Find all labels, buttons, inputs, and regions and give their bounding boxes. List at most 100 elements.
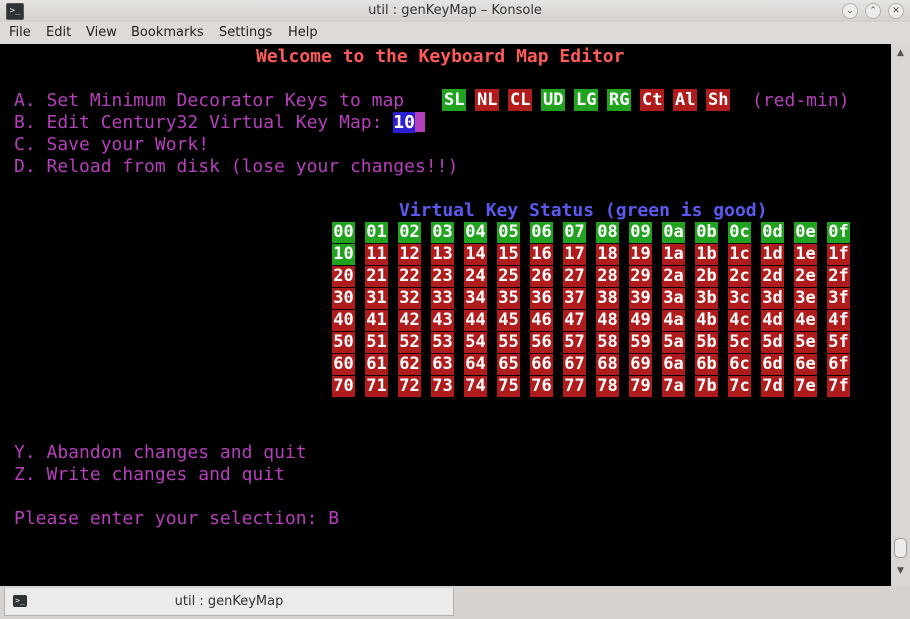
virtual-key-2c: 2c bbox=[728, 266, 751, 287]
virtual-key-21: 21 bbox=[365, 266, 388, 287]
virtual-key-1f: 1f bbox=[827, 244, 850, 265]
virtual-key-45: 45 bbox=[497, 310, 520, 331]
option-c: C. Save your Work! bbox=[14, 134, 210, 155]
virtual-key-38: 38 bbox=[596, 288, 619, 309]
menu-settings[interactable]: Settings bbox=[219, 25, 272, 40]
virtual-key-72: 72 bbox=[398, 376, 421, 397]
option-a: A. Set Minimum Decorator Keys to map bbox=[14, 90, 405, 111]
menu-bookmarks[interactable]: Bookmarks bbox=[131, 25, 204, 40]
decorator-key-lg: LG bbox=[574, 89, 599, 111]
maximize-icon[interactable]: ⌃ bbox=[865, 3, 881, 19]
virtual-key-6b: 6b bbox=[695, 354, 718, 375]
virtual-key-30: 30 bbox=[332, 288, 355, 309]
virtual-key-3b: 3b bbox=[695, 288, 718, 309]
virtual-key-2f: 2f bbox=[827, 266, 850, 287]
virtual-key-53: 53 bbox=[431, 332, 454, 353]
virtual-key-4f: 4f bbox=[827, 310, 850, 331]
virtual-key-status-title: Virtual Key Status (green is good) bbox=[399, 200, 768, 221]
virtual-key-29: 29 bbox=[629, 266, 652, 287]
virtual-key-5e: 5e bbox=[794, 332, 817, 353]
menu-help[interactable]: Help bbox=[288, 25, 318, 40]
virtual-key-23: 23 bbox=[431, 266, 454, 287]
option-b-value: 10 bbox=[393, 112, 415, 133]
decorator-key-ud: UD bbox=[541, 89, 566, 111]
decorator-key-nl: NL bbox=[475, 89, 500, 111]
virtual-key-7d: 7d bbox=[761, 376, 784, 397]
scrollbar-thumb[interactable] bbox=[894, 538, 907, 558]
virtual-key-4c: 4c bbox=[728, 310, 751, 331]
virtual-key-15: 15 bbox=[497, 244, 520, 265]
virtual-key-3a: 3a bbox=[662, 288, 685, 309]
close-icon[interactable]: ✕ bbox=[888, 3, 904, 19]
virtual-key-6a: 6a bbox=[662, 354, 685, 375]
virtual-key-79: 79 bbox=[629, 376, 652, 397]
virtual-key-3d: 3d bbox=[761, 288, 784, 309]
menu-view[interactable]: View bbox=[86, 25, 117, 40]
virtual-key-17: 17 bbox=[563, 244, 586, 265]
virtual-key-28: 28 bbox=[596, 266, 619, 287]
virtual-key-62: 62 bbox=[398, 354, 421, 375]
virtual-key-1b: 1b bbox=[695, 244, 718, 265]
virtual-key-00: 00 bbox=[332, 222, 355, 243]
selection-prompt: Please enter your selection: B bbox=[14, 508, 340, 529]
terminal-area[interactable]: Welcome to the Keyboard Map Editor A. Se… bbox=[0, 44, 891, 586]
virtual-key-24: 24 bbox=[464, 266, 487, 287]
virtual-key-7a: 7a bbox=[662, 376, 685, 397]
scroll-up-icon[interactable]: ▲ bbox=[894, 48, 907, 60]
virtual-key-56: 56 bbox=[530, 332, 553, 353]
virtual-key-32: 32 bbox=[398, 288, 421, 309]
virtual-key-46: 46 bbox=[530, 310, 553, 331]
virtual-key-59: 59 bbox=[629, 332, 652, 353]
virtual-key-2b: 2b bbox=[695, 266, 718, 287]
virtual-key-05: 05 bbox=[497, 222, 520, 243]
virtual-key-55: 55 bbox=[497, 332, 520, 353]
virtual-key-08: 08 bbox=[596, 222, 619, 243]
decorator-keys: SL NL CL UD LG RG Ct Al Sh bbox=[442, 89, 742, 111]
virtual-key-5b: 5b bbox=[695, 332, 718, 353]
virtual-key-52: 52 bbox=[398, 332, 421, 353]
virtual-key-09: 09 bbox=[629, 222, 652, 243]
virtual-key-4b: 4b bbox=[695, 310, 718, 331]
tab-util-genkeymap[interactable]: >_ util : genKeyMap bbox=[4, 588, 454, 616]
virtual-key-7e: 7e bbox=[794, 376, 817, 397]
virtual-key-57: 57 bbox=[563, 332, 586, 353]
minimize-icon[interactable]: ⌄ bbox=[842, 3, 858, 19]
scroll-down-icon[interactable]: ▼ bbox=[894, 566, 907, 578]
virtual-key-75: 75 bbox=[497, 376, 520, 397]
decorator-key-al: Al bbox=[673, 89, 698, 111]
virtual-key-5c: 5c bbox=[728, 332, 751, 353]
virtual-key-2a: 2a bbox=[662, 266, 685, 287]
menu-edit[interactable]: Edit bbox=[46, 25, 71, 40]
virtual-key-71: 71 bbox=[365, 376, 388, 397]
red-min-label: (red-min) bbox=[752, 90, 850, 111]
option-y: Y. Abandon changes and quit bbox=[14, 442, 307, 463]
virtual-key-7f: 7f bbox=[827, 376, 850, 397]
virtual-key-2d: 2d bbox=[761, 266, 784, 287]
option-z: Z. Write changes and quit bbox=[14, 464, 285, 485]
virtual-key-31: 31 bbox=[365, 288, 388, 309]
screen-header: Welcome to the Keyboard Map Editor bbox=[256, 46, 625, 67]
virtual-key-5a: 5a bbox=[662, 332, 685, 353]
option-b: B. Edit Century32 Virtual Key Map: 10 bbox=[14, 112, 425, 133]
virtual-key-0b: 0b bbox=[695, 222, 718, 243]
virtual-key-7b: 7b bbox=[695, 376, 718, 397]
virtual-key-03: 03 bbox=[431, 222, 454, 243]
decorator-key-cl: CL bbox=[508, 89, 533, 111]
virtual-key-69: 69 bbox=[629, 354, 652, 375]
virtual-key-0f: 0f bbox=[827, 222, 850, 243]
virtual-key-34: 34 bbox=[464, 288, 487, 309]
virtual-key-76: 76 bbox=[530, 376, 553, 397]
virtual-key-1e: 1e bbox=[794, 244, 817, 265]
virtual-key-65: 65 bbox=[497, 354, 520, 375]
scrollbar[interactable]: ▲ ▼ bbox=[891, 44, 910, 586]
virtual-key-41: 41 bbox=[365, 310, 388, 331]
menu-file[interactable]: File bbox=[9, 25, 31, 40]
virtual-key-42: 42 bbox=[398, 310, 421, 331]
virtual-key-48: 48 bbox=[596, 310, 619, 331]
virtual-key-grid: 00 01 02 03 04 05 06 07 08 09 0a 0b 0c 0d 0e 0f 10 11 12 13… bbox=[332, 222, 852, 398]
decorator-key-ct: Ct bbox=[640, 89, 665, 111]
virtual-key-39: 39 bbox=[629, 288, 652, 309]
virtual-key-44: 44 bbox=[464, 310, 487, 331]
virtual-key-4e: 4e bbox=[794, 310, 817, 331]
virtual-key-12: 12 bbox=[398, 244, 421, 265]
